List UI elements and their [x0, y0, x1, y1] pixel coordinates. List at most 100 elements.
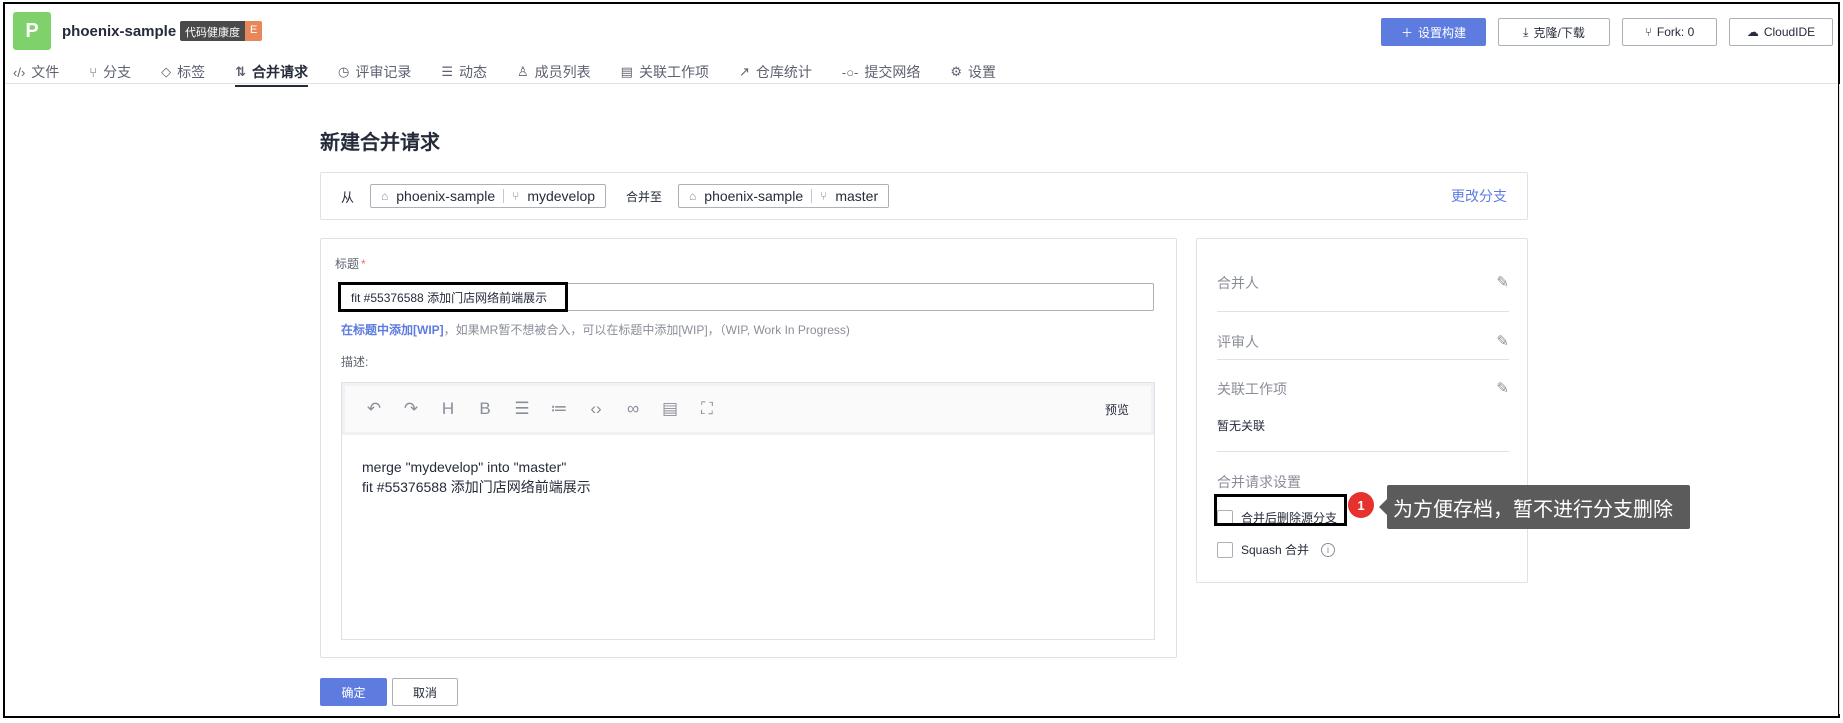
project-name[interactable]: phoenix-sample: [62, 23, 176, 40]
repo-header: P phoenix-sample 代码健康度 E ＋ 设置构建 ⤓ 克隆/下载 …: [5, 4, 1838, 87]
tab-commit-network[interactable]: -○- 提交网络: [842, 60, 921, 84]
heading-icon[interactable]: H: [437, 399, 459, 419]
title-label: 标题 *: [335, 255, 366, 272]
scrollbar-track[interactable]: [1839, 84, 1840, 714]
tab-label: 仓库统计: [755, 64, 812, 80]
merger-row: 合并人 ✎: [1217, 273, 1509, 293]
setup-build-button[interactable]: ＋ 设置构建: [1381, 18, 1486, 46]
source-repo: phoenix-sample: [396, 188, 496, 204]
tab-merge-requests[interactable]: ⇅ 合并请求: [235, 60, 308, 87]
page-title: 新建合并请求: [320, 132, 440, 154]
setup-build-label: 设置构建: [1418, 25, 1467, 40]
code-health-badge[interactable]: 代码健康度 E: [180, 21, 263, 41]
add-wip-link[interactable]: 在标题中添加[WIP]: [341, 323, 444, 337]
tab-label: 成员列表: [534, 64, 591, 80]
confirm-button[interactable]: 确定: [320, 678, 387, 706]
repo-icon: ⌂: [381, 189, 389, 203]
cancel-button[interactable]: 取消: [392, 678, 458, 706]
linked-items-label: 关联工作项: [1217, 381, 1287, 397]
highlight-box: [338, 282, 568, 312]
project-logo: P: [13, 12, 51, 50]
target-repo: phoenix-sample: [704, 188, 804, 204]
divider: [1217, 311, 1509, 312]
source-branch: mydevelop: [527, 188, 596, 204]
divider: [811, 189, 813, 203]
tab-activity[interactable]: ☰ 动态: [441, 60, 487, 84]
branch-icon: ⑂: [512, 189, 520, 203]
numbered-list-icon[interactable]: ≔: [548, 399, 570, 419]
squash-merge-option[interactable]: Squash 合并 i: [1217, 541, 1336, 558]
tab-repo-stats[interactable]: ↗ 仓库统计: [739, 60, 812, 84]
tab-label: 分支: [103, 64, 132, 80]
squash-merge-checkbox[interactable]: [1217, 541, 1233, 558]
linked-items-row: 关联工作项 ✎: [1217, 379, 1509, 399]
cloud-icon: ☁: [1746, 25, 1759, 39]
target-branch-select[interactable]: ⌂ phoenix-sample ⑂ master: [678, 184, 890, 208]
description-label: 描述:: [341, 355, 369, 369]
editor-toolbar: ↶ ↷ H B ☰ ≔ ‹› ∞ ▤ ⛶ 预览: [342, 383, 1154, 435]
redo-icon[interactable]: ↷: [400, 399, 422, 419]
tag-icon: ◇: [161, 64, 172, 79]
title-label-text: 标题: [335, 257, 360, 271]
code-icon[interactable]: ‹›: [585, 399, 607, 419]
fullscreen-icon[interactable]: ⛶: [696, 399, 718, 419]
tab-linked-work-items[interactable]: ▤ 关联工作项: [621, 60, 709, 84]
info-icon[interactable]: i: [1321, 542, 1336, 557]
description-textarea[interactable]: merge "mydevelop" into "master" fit #553…: [342, 435, 1154, 519]
pencil-icon[interactable]: ✎: [1496, 379, 1509, 397]
divider: [503, 189, 505, 203]
divider: [1217, 359, 1509, 360]
code-icon: ‹/›: [13, 64, 26, 80]
chart-icon: ↗: [738, 64, 750, 79]
wip-hint: 在标题中添加[WIP]，如果MR暂不想被合入，可以在标题中添加[WIP]，（WI…: [341, 321, 850, 338]
fork-button[interactable]: ⑂ Fork: 0: [1622, 18, 1717, 46]
table-icon[interactable]: ▤: [659, 399, 681, 419]
document-icon: ▤: [620, 64, 633, 79]
repo-nav: ‹/› 文件 ⑂ 分支 ◇ 标签 ⇅ 合并请求 ◷ 评审记录 ☰ 动态 ♙ 成员…: [13, 60, 1026, 87]
tab-label: 设置: [968, 64, 997, 80]
tab-label: 关联工作项: [638, 64, 709, 80]
tab-settings[interactable]: ⚙ 设置: [950, 60, 996, 84]
tab-label: 文件: [31, 64, 60, 80]
highlight-box: [1214, 494, 1347, 526]
change-branch-link[interactable]: 更改分支: [1451, 186, 1507, 206]
cloudide-label: CloudIDE: [1763, 25, 1816, 39]
pencil-icon[interactable]: ✎: [1496, 332, 1509, 350]
repo-icon: ⌂: [689, 189, 697, 203]
merge-request-form: 标题 * fit #55376588 添加门店网络前端展示 在标题中添加[WIP]…: [320, 238, 1177, 658]
link-icon[interactable]: ∞: [622, 399, 644, 419]
tab-label: 动态: [459, 64, 487, 80]
list-icon: ☰: [441, 64, 453, 79]
pencil-icon[interactable]: ✎: [1496, 273, 1509, 291]
from-label: 从: [341, 189, 355, 205]
required-mark: *: [361, 257, 366, 271]
commit-icon: -○-: [841, 64, 859, 80]
tab-label: 提交网络: [864, 64, 921, 80]
tab-members[interactable]: ♙ 成员列表: [517, 60, 591, 84]
source-branch-select[interactable]: ⌂ phoenix-sample ⑂ mydevelop: [370, 184, 607, 208]
users-icon: ♙: [517, 64, 529, 79]
tab-label: 评审记录: [355, 64, 412, 80]
annotation-badge: 1: [1348, 492, 1374, 518]
branch-icon: ⑂: [820, 189, 828, 203]
clone-download-button[interactable]: ⤓ 克隆/下载: [1498, 18, 1610, 46]
cloudide-button[interactable]: ☁ CloudIDE: [1729, 18, 1833, 46]
tab-files[interactable]: ‹/› 文件: [13, 60, 59, 84]
tab-branches[interactable]: ⑂ 分支: [89, 60, 131, 84]
branch-selector-bar: 从 ⌂ phoenix-sample ⑂ mydevelop 合并至 ⌂ pho…: [320, 172, 1528, 220]
preview-button[interactable]: 预览: [1105, 401, 1129, 418]
tab-tags[interactable]: ◇ 标签: [161, 60, 205, 84]
divider: [1217, 451, 1509, 452]
description-editor: ↶ ↷ H B ☰ ≔ ‹› ∞ ▤ ⛶ 预览 merge "mydevelop…: [341, 382, 1155, 640]
clone-download-label: 克隆/下载: [1533, 25, 1585, 40]
description-line: fit #55376588 添加门店网络前端展示: [362, 479, 591, 495]
download-icon: ⤓: [1523, 24, 1529, 39]
description-line: merge "mydevelop" into "master": [362, 459, 567, 475]
fork-icon: ⑂: [1644, 25, 1652, 39]
undo-icon[interactable]: ↶: [363, 399, 385, 419]
bullet-list-icon[interactable]: ☰: [511, 399, 533, 419]
code-health-grade: E: [245, 21, 263, 41]
tab-review-records[interactable]: ◷ 评审记录: [338, 60, 411, 84]
bold-icon[interactable]: B: [474, 399, 496, 419]
no-link-text: 暂无关联: [1217, 419, 1266, 433]
